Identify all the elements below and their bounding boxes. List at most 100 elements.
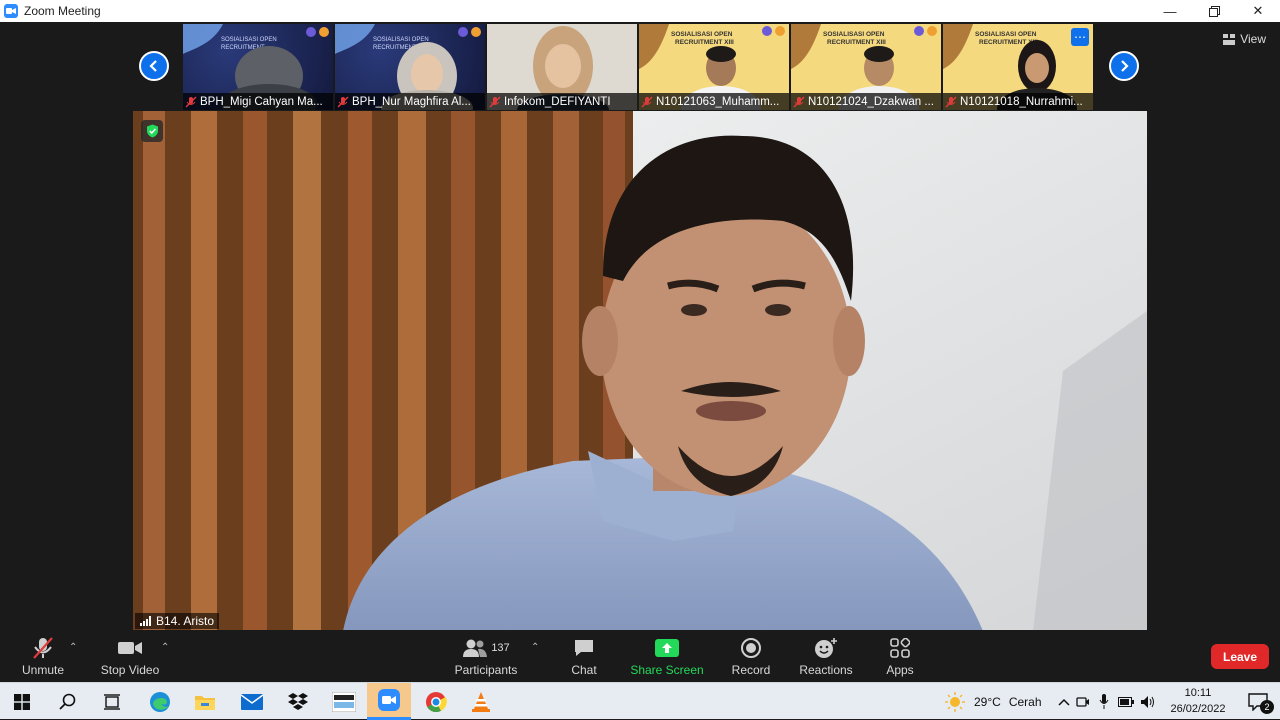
participants-count: 137 (491, 642, 510, 654)
apps-button[interactable]: Apps (885, 636, 915, 677)
record-button[interactable]: Record (731, 636, 771, 677)
svg-text:RECRUITMENT XIII: RECRUITMENT XIII (675, 39, 734, 46)
weather-temperature: 29°C (974, 694, 1001, 709)
gallery-strip: SOSIALISASI OPEN RECRUITMENT BPH_Migi Ca… (183, 24, 1093, 110)
windows-taskbar: 29°C Cerah 10:11 26/02/2022 2 (0, 682, 1280, 720)
participants-label: Participants (454, 663, 518, 677)
participants-options-caret[interactable]: ⌃ (531, 642, 539, 653)
muted-mic-icon (793, 96, 805, 107)
participant-name: BPH_Nur Maghfira Al... (352, 95, 471, 108)
record-icon (740, 636, 762, 660)
audio-options-caret[interactable]: ⌃ (69, 642, 77, 653)
stop-video-button[interactable]: Stop Video (101, 636, 159, 677)
svg-text:SOSIALISASI OPEN: SOSIALISASI OPEN (975, 31, 1037, 38)
meeting-toolbar: Unmute ⌃ Stop Video ⌃ 137 Participants ⌃… (0, 630, 1280, 682)
security-shield-icon (141, 120, 163, 142)
zoom-taskbar-icon[interactable] (367, 683, 411, 720)
close-icon[interactable]: ✕ (1236, 0, 1280, 22)
file-explorer-icon[interactable] (183, 683, 227, 720)
more-options-button[interactable]: ⋯ (1071, 28, 1089, 46)
svg-text:RECRUITMENT XIII: RECRUITMENT XIII (827, 39, 886, 46)
battery-icon[interactable] (1114, 696, 1138, 707)
participant-tile[interactable]: SOSIALISASI OPEN RECRUITMENT BPH_Migi Ca… (183, 24, 333, 110)
chat-button[interactable]: Chat (566, 636, 602, 677)
svg-text:SOSIALISASI OPEN: SOSIALISASI OPEN (221, 37, 277, 43)
window-titlebar: Zoom Meeting — ✕ (0, 0, 1280, 22)
participant-nameplate: N10121063_Muhamm... (639, 93, 789, 110)
microphone-tray-icon[interactable] (1094, 694, 1114, 709)
edge-browser-icon[interactable] (138, 683, 182, 720)
participant-tile[interactable]: Infokom_DEFIYANTI (487, 24, 637, 110)
chrome-icon[interactable] (414, 683, 458, 720)
participant-nameplate: BPH_Migi Cahyan Ma... (183, 93, 333, 110)
view-button[interactable]: View (1223, 32, 1266, 46)
window-title: Zoom Meeting (24, 4, 101, 18)
weather-description: Cerah (1008, 694, 1042, 709)
view-label: View (1240, 32, 1266, 46)
amazon-icon[interactable] (322, 683, 366, 720)
reactions-button[interactable]: Reactions (799, 636, 853, 677)
zoom-app-icon (4, 4, 18, 18)
participant-tile[interactable]: SOSIALISASI OPEN RECRUITMENT XIII N10121… (791, 24, 941, 110)
notification-count-badge: 2 (1260, 700, 1274, 714)
participant-name: BPH_Migi Cahyan Ma... (200, 95, 323, 108)
share-screen-label: Share Screen (630, 663, 704, 677)
apps-icon (890, 636, 910, 660)
system-clock[interactable]: 10:11 26/02/2022 (1164, 685, 1232, 717)
emoji-reaction-icon (814, 636, 838, 660)
mic-muted-icon (31, 636, 55, 660)
clock-date: 26/02/2022 (1170, 703, 1226, 715)
chat-label: Chat (571, 663, 597, 677)
participant-nameplate: N10121018_Nurrahmi... (943, 93, 1093, 110)
muted-mic-icon (641, 96, 653, 107)
participant-nameplate: BPH_Nur Maghfira Al... (335, 93, 485, 110)
unmute-button[interactable]: Unmute (22, 636, 64, 677)
chat-bubble-icon (573, 636, 595, 660)
svg-text:SOSIALISASI OPEN: SOSIALISASI OPEN (373, 37, 429, 43)
svg-text:SOSIALISASI OPEN: SOSIALISASI OPEN (823, 31, 885, 38)
svg-text:SOSIALISASI OPEN: SOSIALISASI OPEN (671, 31, 733, 38)
minimize-icon[interactable]: — (1148, 0, 1192, 22)
weather-sun-icon (945, 691, 965, 712)
participant-name: N10121063_Muhamm... (656, 95, 780, 108)
signal-strength-icon (140, 616, 151, 626)
share-screen-icon (655, 636, 679, 660)
leave-button[interactable]: Leave (1211, 644, 1269, 669)
share-screen-button[interactable]: Share Screen (630, 636, 704, 677)
mail-icon[interactable] (230, 683, 274, 720)
participant-name: Infokom_DEFIYANTI (504, 95, 611, 108)
participant-tile[interactable]: SOSIALISASI OPEN RECRUITMENT XIII ⋯ N101… (943, 24, 1093, 110)
participant-nameplate: N10121024_Dzakwan ... (791, 93, 941, 110)
search-icon[interactable] (46, 683, 90, 720)
gallery-next-button[interactable] (1109, 51, 1139, 81)
windows-start-icon[interactable] (0, 683, 44, 720)
stop-video-label: Stop Video (100, 663, 160, 677)
muted-mic-icon (489, 96, 501, 107)
tray-icons (1056, 683, 1158, 720)
speaker-name: B14. Aristo (156, 614, 215, 628)
meeting-area: SOSIALISASI OPEN RECRUITMENT BPH_Migi Ca… (0, 22, 1280, 631)
muted-mic-icon (337, 96, 349, 107)
unmute-label: Unmute (21, 663, 65, 677)
gallery-prev-button[interactable] (139, 51, 169, 81)
participant-name: N10121024_Dzakwan ... (808, 95, 934, 108)
dropbox-icon[interactable] (276, 683, 320, 720)
volume-icon[interactable] (1138, 695, 1158, 709)
participant-tile[interactable]: SOSIALISASI OPEN RECRUITMENT XIII N10121… (639, 24, 789, 110)
muted-mic-icon (185, 96, 197, 107)
restore-icon[interactable] (1192, 0, 1236, 22)
participant-tile[interactable]: SOSIALISASI OPEN RECRUITMENT BPH_Nur Mag… (335, 24, 485, 110)
view-grid-icon (1223, 33, 1236, 45)
task-view-icon[interactable] (90, 683, 134, 720)
chevron-up-icon[interactable] (1056, 695, 1072, 709)
weather-widget[interactable]: 29°C Cerah (945, 683, 1042, 720)
meet-now-icon[interactable] (1072, 695, 1094, 709)
video-options-caret[interactable]: ⌃ (161, 642, 169, 653)
participants-button[interactable]: 137 Participants (455, 636, 517, 677)
participant-name: N10121018_Nurrahmi... (960, 95, 1083, 108)
active-speaker-video[interactable]: B14. Aristo (133, 111, 1147, 631)
apps-label: Apps (886, 663, 914, 677)
notifications-icon[interactable]: 2 (1236, 683, 1280, 720)
vlc-icon[interactable] (459, 683, 503, 720)
reactions-label: Reactions (799, 663, 853, 677)
